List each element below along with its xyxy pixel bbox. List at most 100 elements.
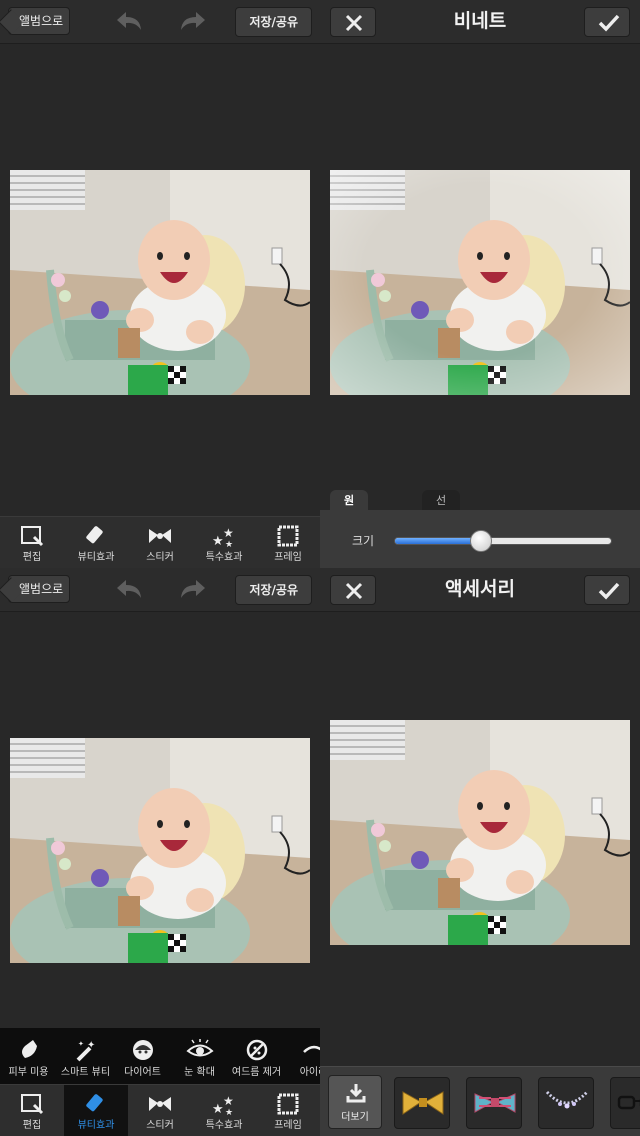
svg-text:★: ★: [212, 1102, 224, 1115]
accessory-gold-bowtie[interactable]: [394, 1077, 450, 1129]
cancel-button[interactable]: [330, 7, 376, 37]
svg-text:★: ★: [225, 1108, 233, 1115]
tool-smart-beauty-label: 스마트 뷰티: [60, 1067, 111, 1078]
accessory-plaid-bowtie[interactable]: [466, 1077, 522, 1129]
skin-icon: [21, 1040, 37, 1058]
eyelash-icon: [302, 1045, 320, 1053]
glasses-icon: [617, 1095, 640, 1110]
crop-icon: [21, 526, 44, 547]
bow-icon: [149, 1097, 171, 1111]
face-slim-icon: [132, 1040, 153, 1060]
accessory-strip: 더보기: [320, 1066, 640, 1136]
tab-frame[interactable]: 프레임: [256, 1085, 320, 1136]
tab-beauty[interactable]: 뷰티효과: [64, 1085, 128, 1136]
tool-skin-beauty[interactable]: 피부 미용: [0, 1028, 57, 1084]
plaid-bowtie-icon: [474, 1093, 516, 1113]
size-slider[interactable]: [394, 530, 612, 552]
no-acne-icon: [246, 1039, 267, 1061]
photo-canvas: [10, 738, 310, 963]
tool-eye-enlarge-label: 눈 확대: [184, 1067, 215, 1078]
tab-linear-vignette[interactable]: 선형 비네트: [422, 490, 461, 568]
tab-edit[interactable]: 편집: [0, 1085, 64, 1136]
bow-icon: [149, 529, 171, 543]
tab-sticker-label: 스티커: [146, 552, 174, 563]
tab-special-effects[interactable]: ★ ★ ★ 특수효과: [192, 1085, 256, 1136]
tab-beauty[interactable]: 뷰티효과: [64, 517, 128, 568]
tab-special-effects-label: 특수효과: [205, 552, 243, 563]
vignette-controls: 크기: [320, 510, 640, 568]
download-icon: [346, 1084, 366, 1103]
top-toolbar: 앨범으로 저장/공유: [0, 0, 320, 44]
size-slider-thumb[interactable]: [470, 530, 493, 552]
tool-eye-enlarge[interactable]: 눈 확대: [171, 1028, 228, 1084]
tab-edit-label: 편집: [22, 552, 42, 563]
tab-edit-label: 편집: [22, 1120, 42, 1131]
crop-icon: [21, 1094, 44, 1115]
gold-bowtie-icon: [402, 1091, 444, 1115]
tab-frame[interactable]: 프레임: [256, 517, 320, 568]
tool-eyeliner[interactable]: 아이라: [285, 1028, 320, 1084]
bottom-tab-bar: 편집 뷰티효과 스티커 ★ ★ ★ 특수효과 프레임: [0, 516, 320, 568]
top-toolbar: 비네트: [320, 0, 640, 44]
tool-skin-beauty-label: 피부 미용: [8, 1067, 49, 1078]
svg-text:★: ★: [223, 526, 234, 540]
eye-icon: [185, 1039, 214, 1057]
svg-text:★: ★: [223, 1094, 234, 1108]
accessory-glasses[interactable]: [610, 1077, 640, 1129]
tab-circular-vignette[interactable]: 원형 비네트: [330, 490, 369, 568]
svg-text:★: ★: [212, 534, 224, 547]
confirm-button[interactable]: [584, 575, 630, 605]
tab-sticker[interactable]: 스티커: [128, 517, 192, 568]
screen-title: 액세서리: [445, 578, 515, 600]
more-accessories-button[interactable]: 더보기: [328, 1075, 382, 1129]
tab-sticker-label: 스티커: [146, 1120, 174, 1131]
more-accessories-label: 더보기: [341, 1112, 369, 1123]
back-to-album-button[interactable]: 앨범으로: [8, 575, 71, 603]
tool-diet[interactable]: 다이어트: [114, 1028, 171, 1084]
tab-frame-label: 프레임: [274, 1120, 302, 1131]
undo-icon[interactable]: [114, 576, 144, 602]
accessory-screen: 액세서리 더보기: [320, 568, 640, 1136]
tab-special-effects[interactable]: ★ ★ ★ 특수효과: [192, 517, 256, 568]
tab-edit[interactable]: 편집: [0, 517, 64, 568]
stars-icon: ★★★: [212, 526, 234, 547]
tab-sticker[interactable]: 스티커: [128, 1085, 192, 1136]
tab-frame-label: 프레임: [274, 552, 302, 563]
eraser-icon: [86, 1094, 103, 1112]
frame-icon: [277, 1093, 299, 1115]
tab-beauty-label: 뷰티효과: [77, 1120, 115, 1131]
back-to-album-button[interactable]: 앨범으로: [8, 7, 71, 35]
tool-eyeliner-label: 아이라: [299, 1067, 320, 1078]
frame-icon: [277, 525, 299, 547]
stars-icon: ★★★: [212, 1094, 234, 1115]
magic-wand-icon: ✦✦: [76, 1040, 95, 1062]
tool-diet-label: 다이어트: [124, 1067, 161, 1078]
checkmark-icon: [598, 14, 620, 32]
save-share-button[interactable]: 저장/공유: [235, 7, 312, 37]
top-toolbar: 앨범으로 저장/공유: [0, 568, 320, 612]
checkmark-icon: [598, 582, 620, 600]
accessory-pearl-necklace[interactable]: [538, 1077, 594, 1129]
tool-acne-removal[interactable]: 여드름 제거: [228, 1028, 285, 1084]
tool-smart-beauty[interactable]: ✦ ✦ 스마트 뷰티: [57, 1028, 114, 1084]
beauty-tools-bar: 피부 미용 ✦✦ 스마트 뷰티 다이어트 눈 확대 여드름 제거 아이라: [0, 1028, 320, 1084]
svg-text:★: ★: [225, 540, 233, 547]
redo-icon[interactable]: [178, 8, 208, 34]
tab-special-effects-label: 특수효과: [205, 1120, 243, 1131]
size-label: 크기: [352, 534, 375, 548]
close-icon: [345, 582, 363, 600]
bottom-tab-bar: 편집 뷰티효과 스티커 ★ ★ ★ 특수효과 프레임: [0, 1084, 320, 1136]
confirm-button[interactable]: [584, 7, 630, 37]
undo-icon[interactable]: [114, 8, 144, 34]
svg-text:✦: ✦: [87, 1040, 95, 1051]
back-to-album-label: 앨범으로: [19, 14, 64, 28]
vignette-screen: 비네트 원형 비네트 선형 비네트 크기: [320, 0, 640, 568]
edit-screen: 앨범으로 저장/공유 편집 뷰티효과 스티커 ★ ★ ★ 특수효과 프레임: [0, 0, 320, 568]
cancel-button[interactable]: [330, 575, 376, 605]
eraser-icon: [86, 526, 103, 544]
redo-icon[interactable]: [178, 576, 208, 602]
size-slider-fill: [395, 538, 482, 544]
screen-title: 비네트: [453, 10, 507, 32]
save-share-button[interactable]: 저장/공유: [235, 575, 312, 605]
svg-text:✦: ✦: [78, 1040, 84, 1048]
